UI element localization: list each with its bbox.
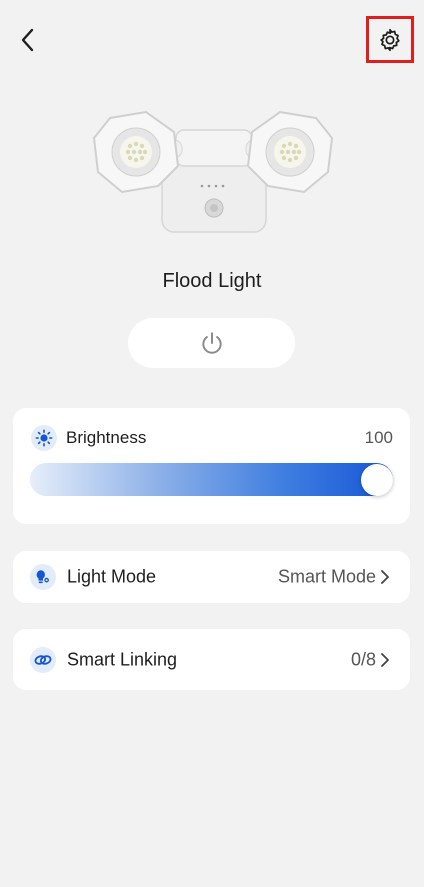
brightness-slider-fill [30,463,393,496]
gear-icon [380,28,400,51]
smart-linking-value: 0/8 [350,649,376,669]
chevron-right-icon [381,652,389,667]
device-name: Flood Light [162,270,262,292]
power-icon [201,332,222,354]
light-mode-row[interactable]: Light Mode Smart Mode [13,551,410,603]
flood-light-device-image [92,110,334,233]
brightness-slider-thumb[interactable] [361,464,393,496]
brightness-label: Brightness [66,428,147,447]
link-icon [30,646,56,673]
smart-linking-row[interactable]: Smart Linking 0/8 [13,629,410,690]
sun-icon [31,425,57,451]
light-mode-label: Light Mode [67,566,157,587]
brightness-slider[interactable] [30,463,393,496]
brightness-card: Brightness 100 [13,408,410,524]
settings-button[interactable] [366,16,414,63]
back-button[interactable] [12,24,44,56]
chevron-left-icon [21,28,34,52]
bulb-settings-icon [30,564,56,590]
smart-linking-label: Smart Linking [67,649,178,669]
chevron-right-icon [381,570,389,584]
light-mode-value: Smart Mode [277,566,376,587]
brightness-value: 100 [364,428,393,447]
power-button[interactable] [128,318,295,368]
